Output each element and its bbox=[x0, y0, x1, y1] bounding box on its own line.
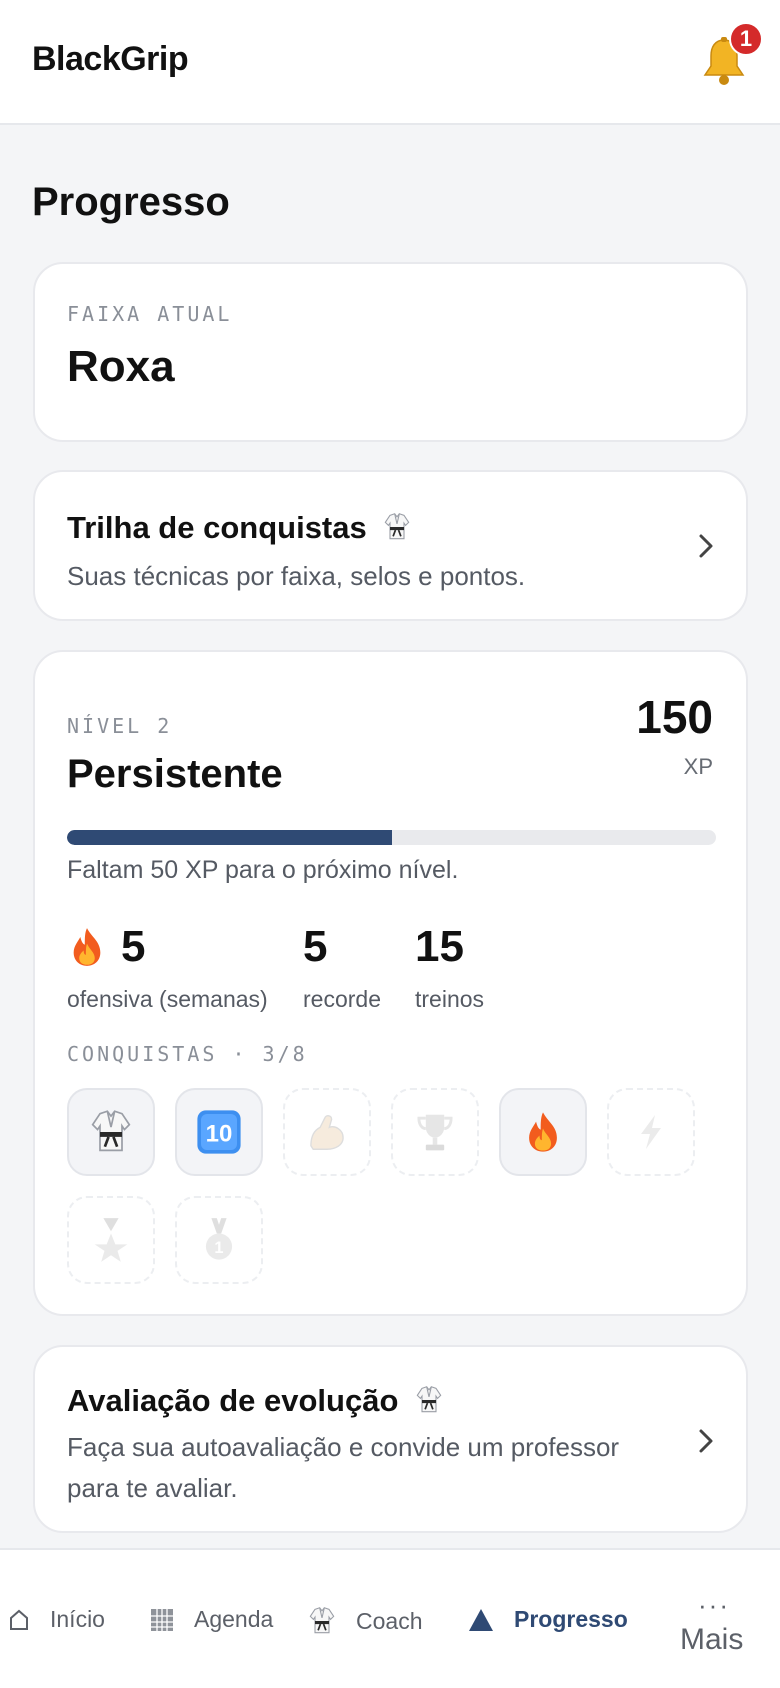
first-medal-icon: 1 bbox=[205, 1218, 233, 1260]
current-belt-card: FAIXA ATUAL Roxa bbox=[33, 262, 748, 442]
triangle-icon bbox=[469, 1608, 493, 1631]
star-medal-icon bbox=[94, 1218, 128, 1262]
belt-label: FAIXA ATUAL bbox=[67, 302, 233, 326]
achievement-badge[interactable]: 10 bbox=[175, 1088, 263, 1176]
achievements-trail-card[interactable]: Trilha de conquistas Suas técnicas por f… bbox=[33, 470, 748, 621]
evaluation-subtitle: Faça sua autoavaliação e convide um prof… bbox=[67, 1432, 620, 1503]
achievement-badge-locked[interactable] bbox=[283, 1088, 371, 1176]
achievement-badge-locked[interactable] bbox=[67, 1196, 155, 1284]
nav-item-mais[interactable]: ··· Mais bbox=[680, 1590, 780, 1657]
more-dots-icon: ··· bbox=[698, 1590, 730, 1620]
svg-text:1: 1 bbox=[214, 1239, 223, 1257]
stat-streak-value: 5 bbox=[121, 922, 146, 971]
calendar-grid-icon bbox=[151, 1608, 173, 1631]
trail-title: Trilha de conquistas bbox=[67, 510, 367, 545]
xp-value: 150 bbox=[636, 691, 713, 743]
level-progress-bar bbox=[67, 830, 716, 845]
stat-record-label: recorde bbox=[303, 986, 381, 1012]
flame-icon bbox=[529, 1112, 557, 1152]
gi-icon bbox=[384, 512, 410, 540]
chevron-right-icon bbox=[699, 534, 713, 558]
bottom-nav: Início Agenda Coach Progresso ··· Mais bbox=[0, 1548, 780, 1688]
achievement-badge-locked[interactable] bbox=[607, 1088, 695, 1176]
stat-streak: 5 ofensiva (semanas) bbox=[67, 920, 268, 1013]
level-progress-fill bbox=[67, 830, 392, 845]
level-name: Persistente bbox=[67, 752, 283, 796]
nav-item-coach[interactable]: Coach bbox=[308, 1606, 422, 1636]
trophy-icon bbox=[417, 1114, 453, 1151]
gi-icon bbox=[416, 1385, 442, 1413]
lightning-icon bbox=[641, 1115, 661, 1149]
nav-label-agenda: Agenda bbox=[194, 1606, 274, 1632]
stat-trainings: 15 treinos bbox=[415, 920, 484, 1013]
gi-icon bbox=[309, 1606, 335, 1634]
flexed-biceps-icon bbox=[310, 1115, 344, 1150]
evolution-evaluation-card[interactable]: Avaliação de evolução Faça sua autoavali… bbox=[33, 1345, 748, 1533]
trail-subtitle: Suas técnicas por faixa, selos e pontos. bbox=[67, 561, 526, 591]
flame-icon bbox=[73, 928, 101, 966]
achievement-badge[interactable] bbox=[499, 1088, 587, 1176]
belt-value: Roxa bbox=[67, 342, 175, 391]
home-icon bbox=[10, 1609, 28, 1630]
evaluation-title: Avaliação de evolução bbox=[67, 1383, 399, 1418]
stat-trainings-label: treinos bbox=[415, 986, 485, 1012]
stat-trainings-value: 15 bbox=[415, 922, 464, 971]
page-title: Progresso bbox=[32, 180, 230, 224]
stat-record: 5 recorde bbox=[303, 920, 381, 1013]
keycap-ten-icon: 10 bbox=[197, 1110, 241, 1154]
level-card: NÍVEL 2 Persistente 150 XP Faltam 50 XP … bbox=[33, 650, 748, 1316]
nav-label-mais: Mais bbox=[680, 1623, 744, 1656]
nav-label-progresso: Progresso bbox=[514, 1606, 628, 1632]
nav-item-progresso[interactable]: Progresso bbox=[468, 1606, 628, 1633]
svg-text:10: 10 bbox=[206, 1121, 233, 1148]
nav-item-agenda[interactable]: Agenda bbox=[150, 1606, 273, 1633]
app-header: BlackGrip 1 bbox=[0, 0, 780, 125]
nav-item-inicio[interactable]: Início bbox=[8, 1606, 105, 1633]
nav-label-coach: Coach bbox=[356, 1607, 423, 1634]
xp-unit: XP bbox=[683, 754, 713, 779]
evaluation-title-row: Avaliação de evolução bbox=[67, 1383, 443, 1419]
achievements-label: CONQUISTAS · 3/8 bbox=[67, 1042, 308, 1066]
achievement-badge[interactable] bbox=[67, 1088, 155, 1176]
brand-logo: BlackGrip bbox=[32, 40, 189, 78]
trail-title-row: Trilha de conquistas bbox=[67, 510, 411, 546]
progress-note: Faltam 50 XP para o próximo nível. bbox=[67, 856, 459, 884]
notification-badge: 1 bbox=[729, 22, 763, 56]
nav-label-inicio: Início bbox=[50, 1606, 105, 1632]
achievement-badge-locked[interactable]: 1 bbox=[175, 1196, 263, 1284]
stat-record-value: 5 bbox=[303, 922, 328, 971]
stat-streak-label: ofensiva (semanas) bbox=[67, 986, 268, 1012]
achievement-badge-locked[interactable] bbox=[391, 1088, 479, 1176]
gi-icon bbox=[91, 1110, 131, 1152]
level-label: NÍVEL 2 bbox=[67, 714, 173, 738]
chevron-right-icon bbox=[699, 1429, 713, 1453]
